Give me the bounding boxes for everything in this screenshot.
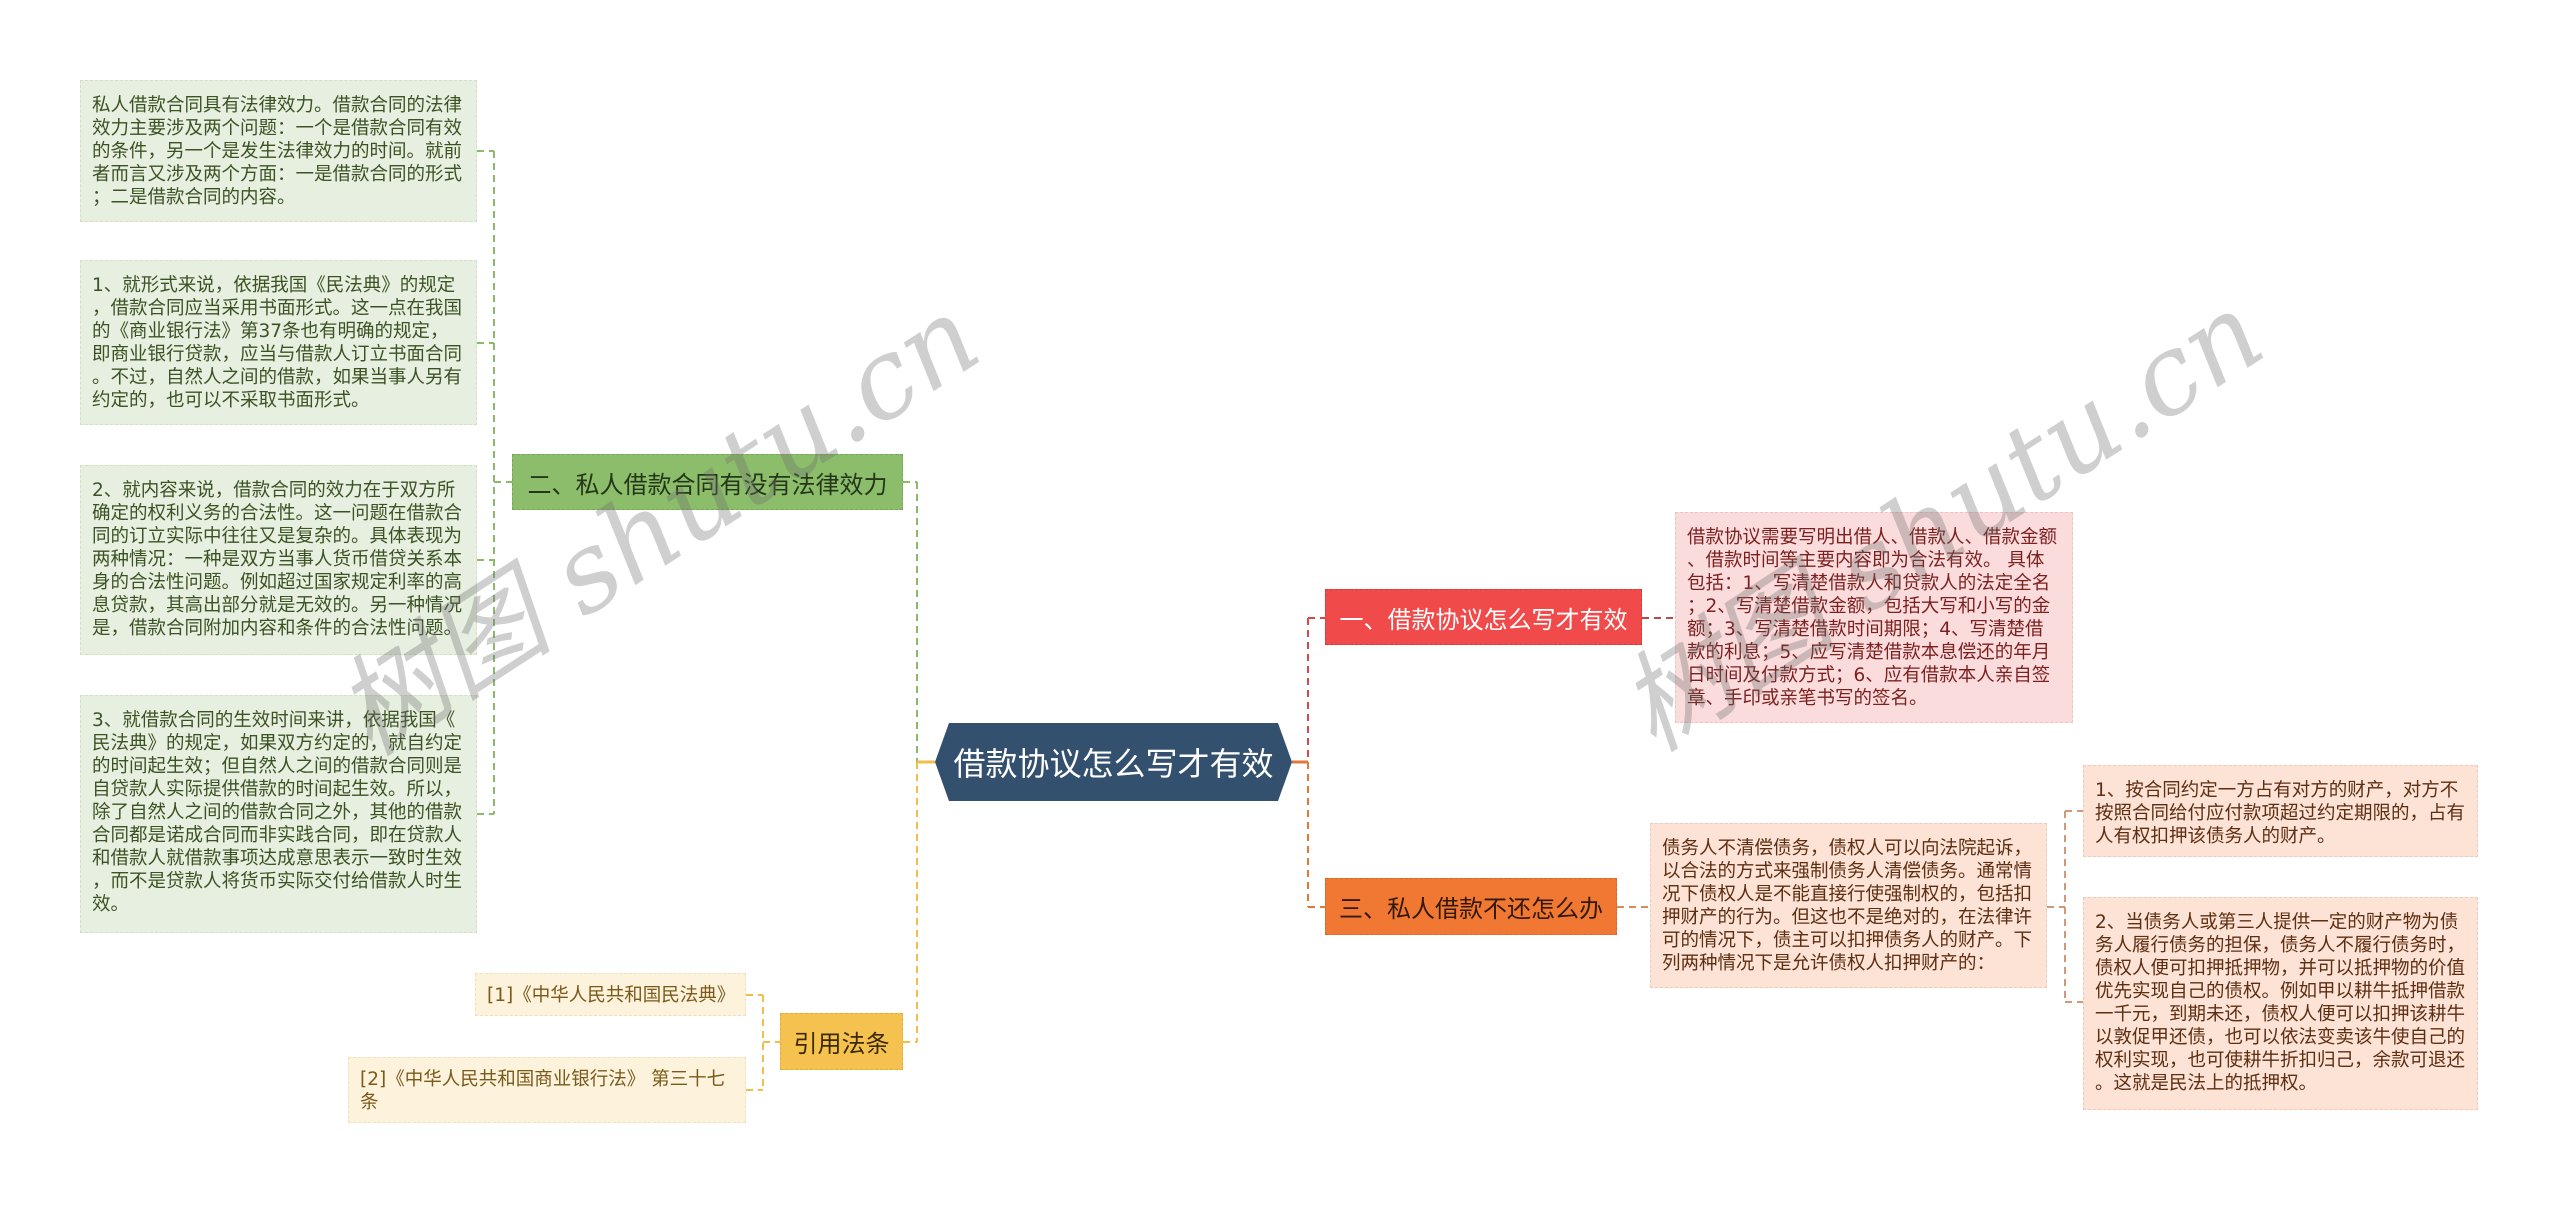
text-line: 确定的权利义务的合法性。这一问题在借款合 (92, 503, 463, 524)
detail-box[interactable]: 债务人不清偿债务，债权人可以向法院起诉， 以合法的方式来强制债务人清偿债务。通常情… (1650, 823, 2047, 988)
text-line: 两种情况：一种是双方当事人货币借贷关系本 (92, 549, 463, 570)
mind-map-canvas: 借款协议怎么写才有效 二、私人借款合同有没有法律效力 私人借款合同具有法律效力。… (0, 0, 2560, 1205)
detail-box[interactable]: 3、就借款合同的生效时间来讲，依据我国《 民法典》的规定，如果双方约定的，就自约定… (80, 695, 477, 933)
branch-label: 二、私人借款合同有没有法律效力 (527, 470, 888, 499)
text-line: 身的合法性问题。例如超过国家规定利率的高 (92, 572, 463, 593)
root-topic[interactable]: 借款协议怎么写才有效 (935, 723, 1292, 801)
text-line: 条 (360, 1092, 379, 1113)
text-line: 。不过，自然人之间的借款，如果当事人另有 (92, 367, 463, 388)
text-line: 3、就借款合同的生效时间来讲，依据我国《 (92, 710, 456, 731)
text-line: 自贷款人实际提供借款的时间起生效。所以， (92, 779, 463, 800)
text-line: ，而不是贷款人将货币实际交付给借款人时生 (92, 871, 463, 892)
text-line: 以敦促甲还债，也可以依法变卖该牛使自己的 (2095, 1027, 2466, 1048)
text-line: 是，借款合同附加内容和条件的合法性问题。 (92, 618, 463, 639)
branch-how-to-write[interactable]: 一、借款协议怎么写才有效 (1325, 589, 1642, 645)
text-line: 章、手印或亲笔书写的签名。 (1687, 688, 1928, 709)
sub-detail-box[interactable]: 1、按合同约定一方占有对方的财产，对方不 按照合同给付应付款项超过约定期限的，占有… (2083, 765, 2478, 857)
text-line: 人有权扣押该债务人的财产。 (2095, 826, 2336, 847)
branch-label: 引用法条 (793, 1030, 890, 1058)
detail-box[interactable]: 私人借款合同具有法律效力。借款合同的法律 效力主要涉及两个问题：一个是借款合同有效… (80, 80, 477, 222)
reference-item[interactable]: [1]《中华人民共和国民法典》 (475, 973, 746, 1016)
text-line: 一千元，到期未还，债权人便可以扣押该耕牛 (2095, 1004, 2466, 1025)
detail-box[interactable]: 2、就内容来说，借款合同的效力在于双方所 确定的权利义务的合法性。这一问题在借款合… (80, 465, 477, 655)
text-line: 债权人便可扣押抵押物，并可以抵押物的价值 (2095, 958, 2466, 979)
text-line: 效力主要涉及两个问题：一个是借款合同有效 (92, 118, 463, 139)
root-topic-label: 借款协议怎么写才有效 (953, 745, 1274, 783)
text-line: 2、就内容来说，借款合同的效力在于双方所 (92, 480, 456, 501)
text-line: 即商业银行贷款，应当与借款人订立书面合同 (92, 344, 463, 365)
text-line: 民法典》的规定，如果双方约定的，就自约定 (92, 733, 463, 754)
text-line: 包括：1、写清楚借款人和贷款人的法定全名 (1687, 573, 2051, 594)
text-line: 1、按合同约定一方占有对方的财产，对方不 (2095, 780, 2459, 801)
text-line: 额；3、写清楚借款时间期限；4、写清楚借 (1687, 619, 2044, 640)
branch-legal-effect[interactable]: 二、私人借款合同有没有法律效力 (512, 454, 903, 510)
text-line: ；二是借款合同的内容。 (92, 187, 296, 208)
text-line: 以合法的方式来强制债务人清偿债务。通常情 (1662, 861, 2033, 882)
text-line: 和借款人就借款事项达成意思表示一致时生效 (92, 848, 463, 869)
text-line: 同的订立实际中往往又是复杂的。具体表现为 (92, 526, 463, 547)
text-line: 私人借款合同具有法律效力。借款合同的法律 (92, 95, 463, 116)
text-line: 优先实现自己的债权。例如甲以耕牛抵押借款 (2095, 981, 2466, 1002)
text-line: 效。 (92, 894, 130, 915)
sub-detail-box[interactable]: 2、当债务人或第三人提供一定的财产物为债 务人履行债务的担保，债务人不履行债务时，… (2083, 897, 2478, 1110)
text-line: 列两种情况下是允许债权人扣押财产的： (1662, 953, 1996, 974)
text-line: 者而言又涉及两个方面：一是借款合同的形式 (92, 164, 463, 185)
text-line: 1、就形式来说，依据我国《民法典》的规定 (92, 275, 456, 296)
text-line: [2]《中华人民共和国商业银行法》 第三十七 (360, 1069, 726, 1090)
text-line: 务人履行债务的担保，债务人不履行债务时， (2095, 935, 2466, 956)
text-line: 、借款时间等主要内容即为合法有效。 具体 (1687, 550, 2045, 571)
text-line: 日时间及付款方式；6、应有借款本人亲自签 (1687, 665, 2051, 686)
text-line: 借款协议需要写明出借人、借款人、借款金额 (1687, 527, 2058, 548)
text-line: 债务人不清偿债务，债权人可以向法院起诉， (1662, 838, 2033, 859)
text-line: ，借款合同应当采用书面形式。这一点在我国 (92, 298, 463, 319)
text-line: 可的情况下，债主可以扣押债务人的财产。下 (1662, 930, 2033, 951)
text-line: 约定的，也可以不采取书面形式。 (92, 390, 370, 411)
text-line: 除了自然人之间的借款合同之外，其他的借款 (92, 802, 463, 823)
text-line: 的条件，另一个是发生法律效力的时间。就前 (92, 141, 463, 162)
reference-item[interactable]: [2]《中华人民共和国商业银行法》 第三十七条 (348, 1057, 746, 1123)
text-line: ；2、写清楚借款金额，包括大写和小写的金 (1687, 596, 2051, 617)
text-line: [1]《中华人民共和国民法典》 (487, 985, 736, 1006)
text-line: 2、当债务人或第三人提供一定的财产物为债 (2095, 912, 2459, 933)
text-line: 合同都是诺成合同而非实践合同，即在贷款人 (92, 825, 463, 846)
text-line: 息贷款，其高出部分就是无效的。另一种情况 (92, 595, 463, 616)
text-line: 押财产的行为。但这也不是绝对的，在法律许 (1662, 907, 2033, 928)
detail-box[interactable]: 1、就形式来说，依据我国《民法典》的规定 ，借款合同应当采用书面形式。这一点在我国… (80, 260, 477, 425)
text-line: 的《商业银行法》第37条也有明确的规定， (92, 321, 449, 342)
text-line: 按照合同给付应付款项超过约定期限的，占有 (2095, 803, 2466, 824)
text-line: 况下债权人是不能直接行使强制权的，包括扣 (1662, 884, 2033, 905)
branch-label: 三、私人借款不还怎么办 (1339, 895, 1603, 923)
branch-not-repaid[interactable]: 三、私人借款不还怎么办 (1325, 878, 1617, 935)
detail-box[interactable]: 借款协议需要写明出借人、借款人、借款金额 、借款时间等主要内容即为合法有效。 具体… (1675, 512, 2073, 723)
text-line: 的时间起生效；但自然人之间的借款合同则是 (92, 756, 463, 777)
branch-references[interactable]: 引用法条 (780, 1013, 903, 1070)
text-line: 权利实现，也可使耕牛折扣归己，余款可退还 (2095, 1050, 2466, 1071)
text-line: 。这就是民法上的抵押权。 (2095, 1073, 2318, 1094)
branch-label: 一、借款协议怎么写才有效 (1339, 605, 1628, 634)
text-line: 款的利息；5、应写清楚借款本息偿还的年月 (1687, 642, 2051, 663)
